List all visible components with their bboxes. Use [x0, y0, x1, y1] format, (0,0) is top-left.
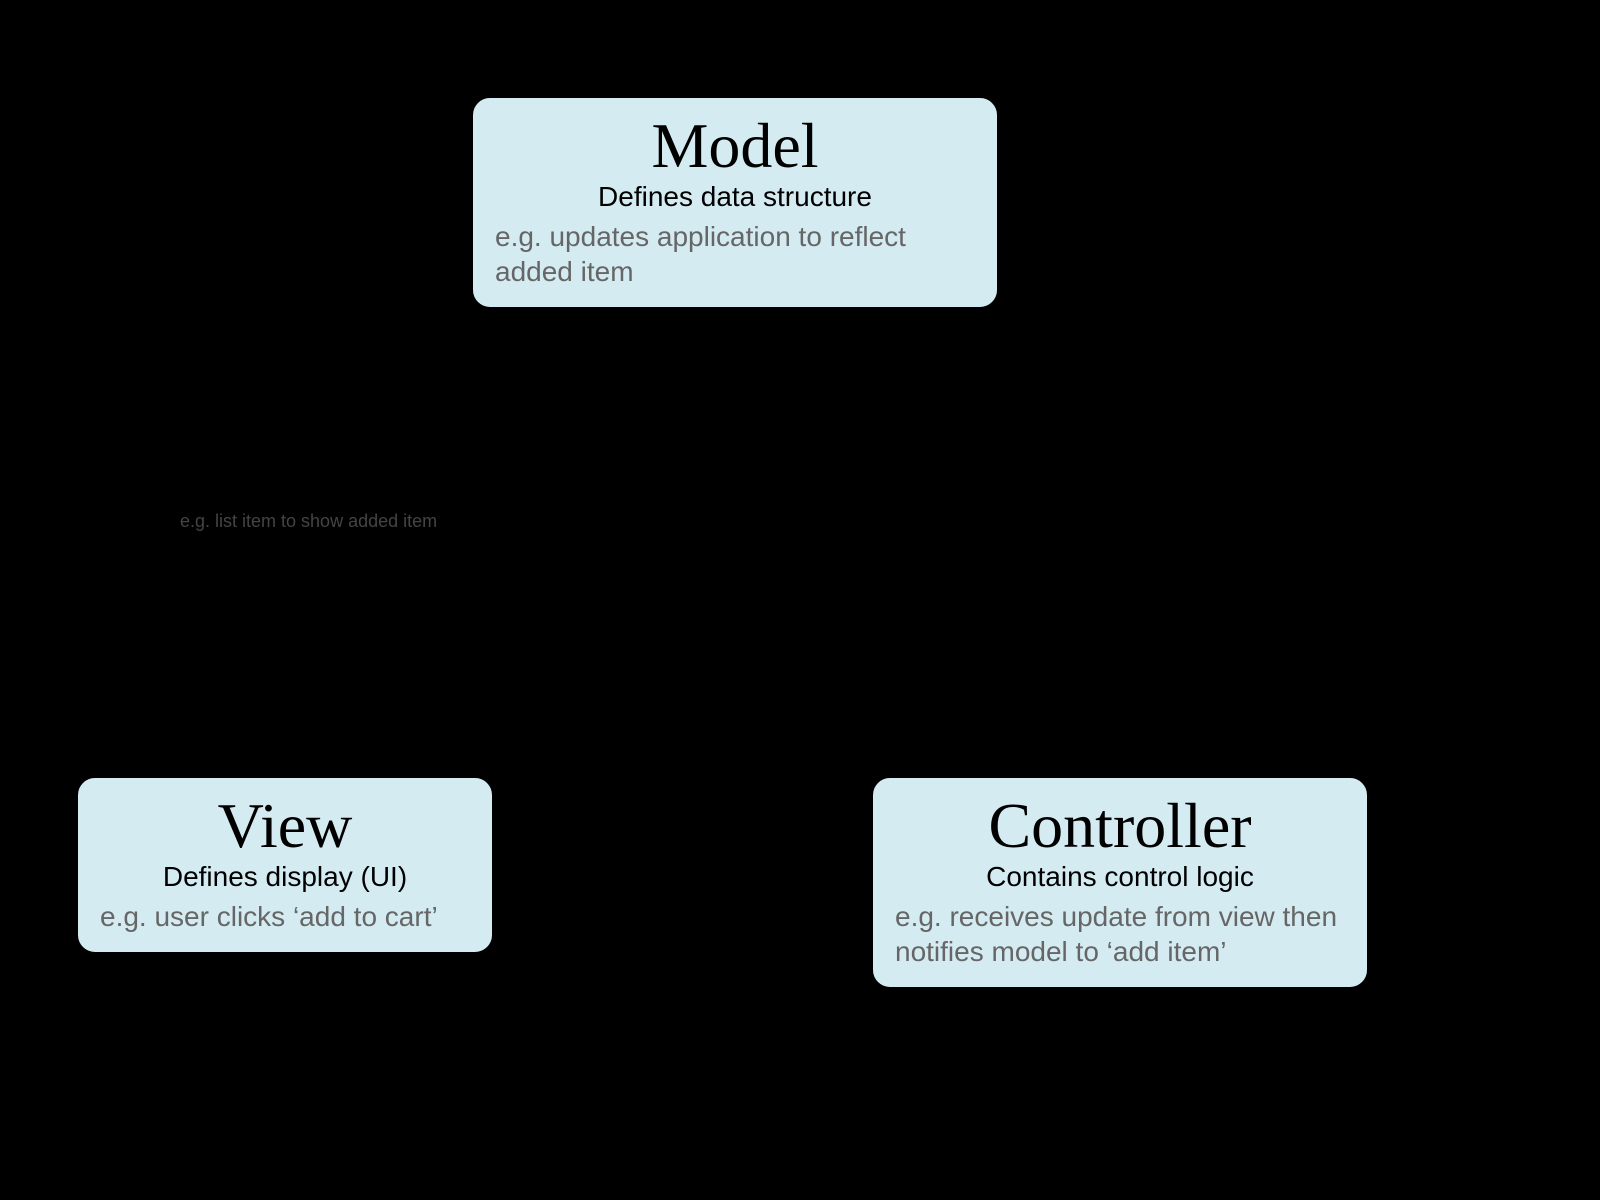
view-example: e.g. user clicks ‘add to cart’ — [100, 899, 470, 934]
view-title: View — [100, 792, 470, 859]
label-updates-primary: Updates — [180, 480, 500, 511]
node-controller: Controller Contains control logic e.g. r… — [870, 775, 1370, 990]
label-sometimes-updates-primary: Sometimes updates directly — [510, 928, 855, 959]
label-manipulates-primary: Manipulates — [1065, 490, 1215, 521]
model-subtitle: Defines data structure — [495, 181, 975, 213]
arrow-controller-to-model — [990, 360, 1090, 770]
node-view: View Defines display (UI) e.g. user clic… — [75, 775, 495, 955]
controller-title: Controller — [895, 792, 1345, 859]
label-manipulates: Manipulates — [1065, 490, 1215, 521]
label-sends-input: Sends input from user — [540, 795, 816, 826]
label-sends-input-primary: Sends input from user — [540, 795, 816, 826]
mvc-diagram: Model Defines data structure e.g. update… — [0, 0, 1600, 1200]
label-updates: Updates e.g. list item to show added ite… — [180, 480, 500, 532]
node-model: Model Defines data structure e.g. update… — [470, 95, 1000, 310]
controller-subtitle: Contains control logic — [895, 861, 1345, 893]
label-sometimes-updates: Sometimes updates directly — [510, 928, 855, 959]
label-updates-secondary: e.g. list item to show added item — [180, 511, 500, 532]
view-subtitle: Defines display (UI) — [100, 861, 470, 893]
model-title: Model — [495, 112, 975, 179]
model-example: e.g. updates application to reflect adde… — [495, 219, 975, 289]
controller-example: e.g. receives update from view then noti… — [895, 899, 1345, 969]
